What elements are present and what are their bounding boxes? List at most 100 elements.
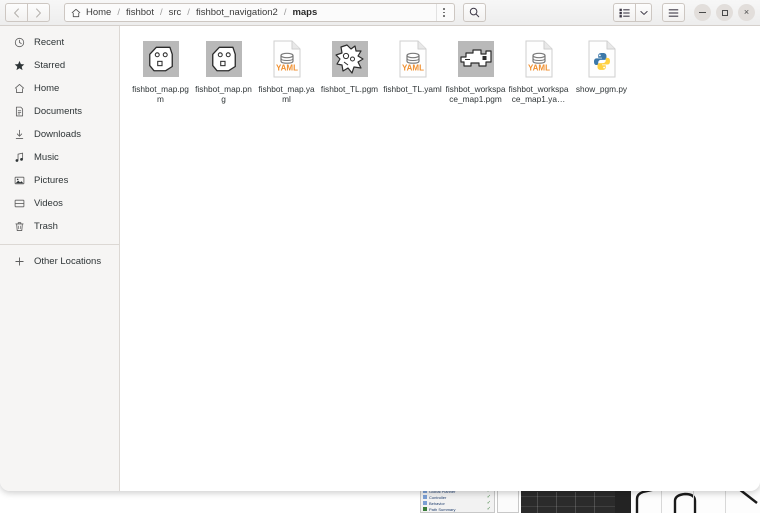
file-thumbnail: YAML (266, 38, 308, 80)
file-name-label: fishbot_map.png (195, 84, 252, 104)
file-thumbnail (203, 38, 245, 80)
file-thumbnail (329, 38, 371, 80)
sidebar-item-home[interactable]: Home (0, 77, 119, 100)
minimize-button[interactable] (694, 4, 711, 21)
file-item[interactable]: YAML fishbot_map.yaml (255, 35, 318, 108)
sidebar-item-label: Videos (34, 198, 63, 209)
sidebar-item-label: Pictures (34, 175, 69, 186)
dots-vertical-icon (443, 8, 445, 17)
document-icon (13, 105, 26, 118)
yaml-file-icon: YAML (272, 40, 302, 78)
file-list-area[interactable]: fishbot_map.pgm fishbot_map.png YAML fis… (120, 26, 760, 491)
checkmark-icon: ✓ (486, 506, 491, 512)
file-name-label: fishbot_TL.yaml (383, 84, 442, 94)
sidebar-item-label: Downloads (34, 129, 81, 140)
file-name-label: show_pgm.py (575, 84, 628, 94)
path-menu-button[interactable] (435, 4, 452, 21)
header-bar: Home / fishbot / src / fishbot_navigatio… (0, 0, 760, 26)
file-item[interactable]: fishbot_TL.pgm (318, 35, 381, 108)
back-button[interactable] (5, 3, 28, 22)
sidebar-item-label: Home (34, 83, 60, 94)
map-thumbnail-blob-icon (330, 40, 369, 78)
sidebar-item-label: Starred (34, 60, 66, 71)
breadcrumb-separator: / (283, 7, 287, 18)
close-button[interactable]: × (738, 4, 755, 21)
file-thumbnail (140, 38, 182, 80)
tree-row-label: Path Summary (429, 506, 456, 512)
file-manager-window: Home / fishbot / src / fishbot_navigatio… (0, 0, 760, 491)
path-bar[interactable]: Home / fishbot / src / fishbot_navigatio… (64, 3, 455, 22)
sidebar-item-pictures[interactable]: Pictures (0, 169, 119, 192)
breadcrumb-item-home[interactable]: Home (85, 7, 112, 18)
sidebar-separator (0, 244, 119, 245)
breadcrumb-item-maps[interactable]: maps (291, 7, 318, 18)
sidebar-item-starred[interactable]: Starred (0, 54, 119, 77)
tree-row-label: Behavior (429, 500, 445, 506)
sidebar-item-downloads[interactable]: Downloads (0, 123, 119, 146)
breadcrumb-separator: / (159, 7, 163, 18)
clock-icon (13, 36, 26, 49)
breadcrumb-item-fishbot-navigation2[interactable]: fishbot_navigation2 (195, 7, 279, 18)
hamburger-menu-icon (668, 8, 679, 17)
file-item[interactable]: fishbot_map.pgm (129, 35, 192, 108)
sidebar-item-trash[interactable]: Trash (0, 215, 119, 238)
plus-icon (13, 255, 26, 268)
home-icon (13, 82, 26, 95)
file-grid: fishbot_map.pgm fishbot_map.png YAML fis… (129, 35, 756, 108)
tree-node-icon (423, 495, 427, 499)
svg-text:YAML: YAML (276, 64, 298, 73)
view-options-dropdown-button[interactable] (635, 3, 652, 22)
file-name-label: fishbot_TL.pgm (320, 84, 379, 94)
file-thumbnail (581, 38, 623, 80)
file-item[interactable]: fishbot_map.png (192, 35, 255, 108)
sidebar-item-label: Music (34, 152, 59, 163)
python-file-icon (587, 40, 617, 78)
sidebar-item-music[interactable]: Music (0, 146, 119, 169)
sidebar-item-other-locations[interactable]: Other Locations (0, 250, 119, 273)
file-item[interactable]: show_pgm.py (570, 35, 633, 108)
background-tree-row: Path Summary ✓ (421, 506, 494, 512)
yaml-file-icon: YAML (398, 40, 428, 78)
chevron-right-icon (36, 7, 41, 18)
window-controls: × (694, 4, 755, 21)
file-thumbnail: YAML (518, 38, 560, 80)
sidebar-item-label: Other Locations (34, 256, 102, 267)
forward-button[interactable] (27, 3, 50, 22)
video-icon (13, 197, 26, 210)
file-item[interactable]: YAML fishbot_TL.yaml (381, 35, 444, 108)
chevron-down-icon (639, 10, 648, 15)
map-thumbnail-hexagon-icon (141, 40, 180, 78)
search-button[interactable] (462, 3, 486, 22)
music-note-icon (13, 151, 26, 164)
sidebar-item-label: Trash (34, 221, 58, 232)
svg-text:YAML: YAML (402, 64, 424, 73)
breadcrumb-item-src[interactable]: src (168, 7, 183, 18)
maximize-button[interactable] (716, 4, 733, 21)
view-mode-button-group (613, 3, 652, 22)
breadcrumb: Home / fishbot / src / fishbot_navigatio… (71, 7, 436, 18)
chevron-left-icon (14, 7, 19, 18)
map-thumbnail-workspace-icon (456, 40, 495, 78)
download-icon (13, 128, 26, 141)
sidebar: Recent Starred Home Documents Downloads … (0, 26, 120, 491)
file-name-label: fishbot_workspace_map1.pgm (445, 84, 506, 104)
breadcrumb-item-fishbot[interactable]: fishbot (125, 7, 155, 18)
sidebar-item-documents[interactable]: Documents (0, 100, 119, 123)
sidebar-item-recent[interactable]: Recent (0, 31, 119, 54)
sidebar-item-videos[interactable]: Videos (0, 192, 119, 215)
navigation-button-group (5, 3, 50, 22)
file-thumbnail (455, 38, 497, 80)
trash-icon (13, 220, 26, 233)
file-item[interactable]: fishbot_workspace_map1.pgm (444, 35, 507, 108)
map-thumbnail-hexagon-icon (204, 40, 243, 78)
breadcrumb-separator: / (117, 7, 120, 18)
close-icon: × (743, 7, 750, 17)
file-thumbnail: YAML (392, 38, 434, 80)
sidebar-item-label: Recent (34, 37, 65, 48)
list-view-icon (619, 8, 630, 17)
file-item[interactable]: YAML fishbot_workspace_map1.ya… (507, 35, 570, 108)
list-view-button[interactable] (613, 3, 636, 22)
app-menu-button[interactable] (662, 3, 685, 22)
picture-icon (13, 174, 26, 187)
yaml-file-icon: YAML (524, 40, 554, 78)
